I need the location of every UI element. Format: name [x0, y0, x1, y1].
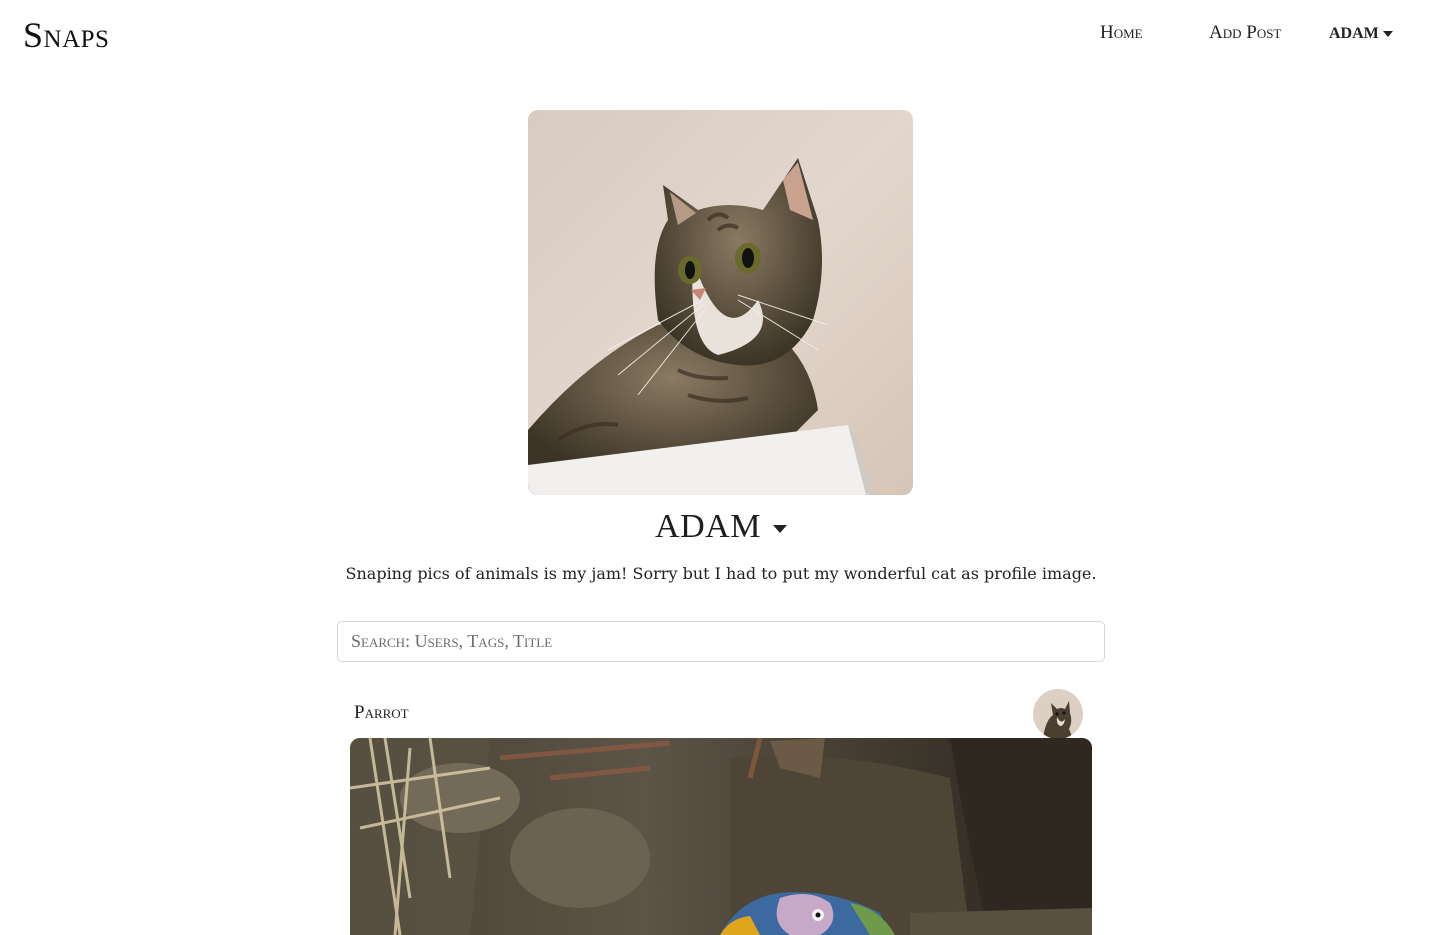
profile-bio: Snaping pics of animals is my jam! Sorry…	[345, 564, 1097, 583]
profile-photo	[528, 110, 913, 495]
nav-user-label: ADAM	[1329, 25, 1379, 42]
nav-add-post-link[interactable]: Add Post	[1209, 22, 1281, 44]
profile-name: ADAM	[655, 508, 761, 545]
post-author-avatar[interactable]	[1033, 689, 1083, 739]
caret-down-icon	[772, 525, 787, 533]
profile-name-dropdown[interactable]: ADAM	[0, 508, 1442, 546]
nav-home-link[interactable]: Home	[1100, 22, 1143, 44]
navbar: Snaps Home Add Post ADAM	[0, 0, 1442, 72]
post-image[interactable]	[350, 738, 1092, 935]
post-title: Parrot	[354, 702, 409, 723]
caret-down-icon	[1382, 31, 1393, 37]
brand-logo[interactable]: Snaps	[23, 14, 109, 56]
nav-user-dropdown[interactable]: ADAM	[1329, 25, 1393, 43]
search-input[interactable]	[337, 621, 1105, 662]
